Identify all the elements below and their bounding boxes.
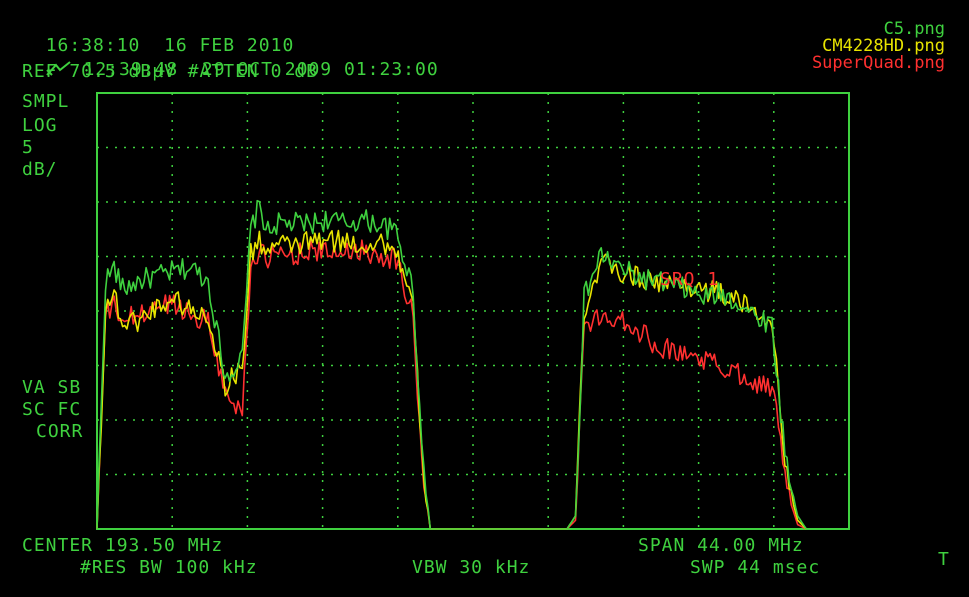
traces — [96, 199, 807, 530]
span: SPAN 44.00 MHz — [638, 535, 804, 556]
marker-label: SRQ 1 — [660, 269, 720, 290]
video-bandwidth: VBW 30 kHz — [412, 557, 531, 578]
center-frequency: CENTER 193.50 MHz — [22, 535, 224, 556]
grid — [96, 92, 850, 530]
corner-indicator: T — [938, 549, 950, 570]
sweep-time: SWP 44 msec — [690, 557, 821, 578]
spectrum-plot — [96, 92, 850, 530]
resolution-bandwidth: #RES BW 100 kHz — [80, 557, 258, 578]
